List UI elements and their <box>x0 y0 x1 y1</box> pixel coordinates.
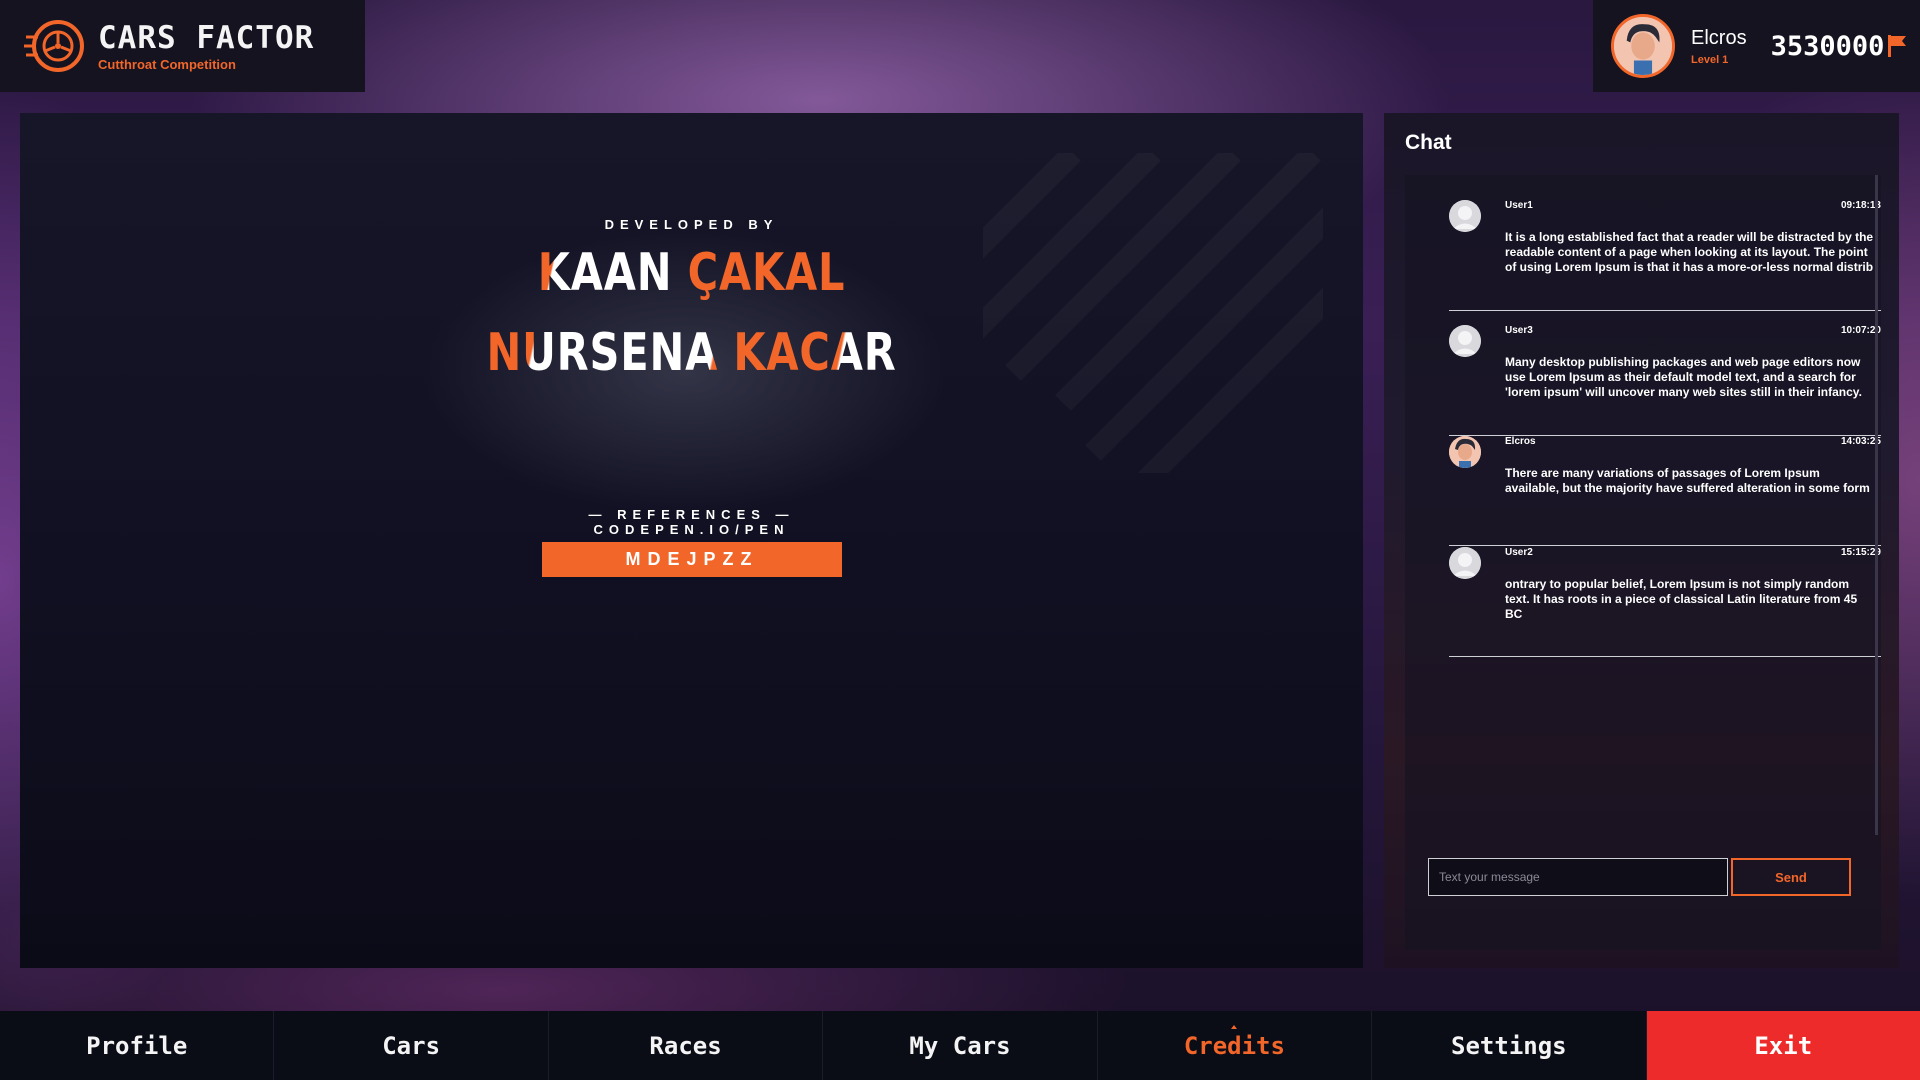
nav-item-credits[interactable]: Credits <box>1098 1011 1373 1080</box>
top-bar: CARS FACTOR Cutthroat Competition Elcros… <box>0 0 1920 92</box>
message-author: User1 <box>1505 200 1533 211</box>
chat-message-list[interactable]: User1 09:18:13 It is a long established … <box>1405 175 1881 950</box>
chat-message: Elcros 14:03:25 There are many variation… <box>1449 436 1881 546</box>
bottom-nav: Profile Cars Races My Cars Credits Setti… <box>0 1011 1920 1080</box>
app-title: CARS FACTOR <box>98 19 315 56</box>
nav-item-cars[interactable]: Cars <box>274 1011 549 1080</box>
diagonal-stripes-decoration <box>983 153 1323 473</box>
message-author: User3 <box>1505 325 1533 336</box>
references-url: CODEPEN.IO/PEN <box>593 522 790 537</box>
credits-amount: 3530000 <box>1770 30 1885 62</box>
message-author: User2 <box>1505 547 1533 558</box>
user-name: Elcros <box>1691 26 1747 49</box>
user-avatar-icon <box>1449 547 1481 579</box>
chat-scrollbar[interactable] <box>1875 175 1878 835</box>
message-text: There are many variations of passages of… <box>1505 466 1870 495</box>
message-text: Many desktop publishing packages and web… <box>1505 355 1862 399</box>
reference-link-button[interactable]: MDEJPZZ <box>542 542 842 577</box>
app-subtitle: Cutthroat Competition <box>98 56 236 72</box>
user-box: Elcros Level 1 3530000 <box>1593 0 1920 92</box>
references-label: — REFERENCES — CODEPEN.IO/PEN <box>20 507 1363 537</box>
main-panel: DEVELOPED BY KAAN ÇAKAL NURSENA KACAR — … <box>20 113 1363 968</box>
brand: CARS FACTOR Cutthroat Competition <box>0 0 365 92</box>
chat-message: User3 10:07:20 Many desktop publishing p… <box>1449 325 1881 436</box>
user-avatar-icon <box>1449 200 1481 232</box>
nav-item-my-cars[interactable]: My Cars <box>823 1011 1098 1080</box>
chat-message: User1 09:18:13 It is a long established … <box>1449 200 1881 311</box>
chat-title: Chat <box>1405 131 1452 154</box>
user-level: Level 1 <box>1691 53 1729 66</box>
send-button[interactable]: Send <box>1731 858 1851 896</box>
credits-balance: 3530000 <box>1771 31 1909 62</box>
nav-item-settings[interactable]: Settings <box>1372 1011 1647 1080</box>
developer-name-2: NURSENA KACAR <box>486 323 897 383</box>
flag-coin-icon <box>1888 35 1907 57</box>
nav-item-races[interactable]: Races <box>549 1011 824 1080</box>
user-avatar-icon <box>1449 325 1481 357</box>
wheel-logo-icon <box>24 20 84 72</box>
exit-button[interactable]: Exit <box>1646 1011 1920 1080</box>
user-avatar-icon <box>1449 436 1481 468</box>
chat-panel: Chat User1 09:18:13 It is a long establi… <box>1384 113 1899 968</box>
avatar[interactable] <box>1611 14 1675 78</box>
message-author: Elcros <box>1505 436 1536 447</box>
developed-by-label: DEVELOPED BY <box>604 217 779 232</box>
chat-message: User2 15:15:29 ontrary to popular belief… <box>1449 547 1881 657</box>
message-text: ontrary to popular belief, Lorem Ipsum i… <box>1505 577 1858 621</box>
nav-item-profile[interactable]: Profile <box>0 1011 275 1080</box>
developer-name-1: KAAN ÇAKAL <box>537 243 846 303</box>
message-text: It is a long established fact that a rea… <box>1505 230 1874 274</box>
chat-message-input[interactable] <box>1428 858 1728 896</box>
